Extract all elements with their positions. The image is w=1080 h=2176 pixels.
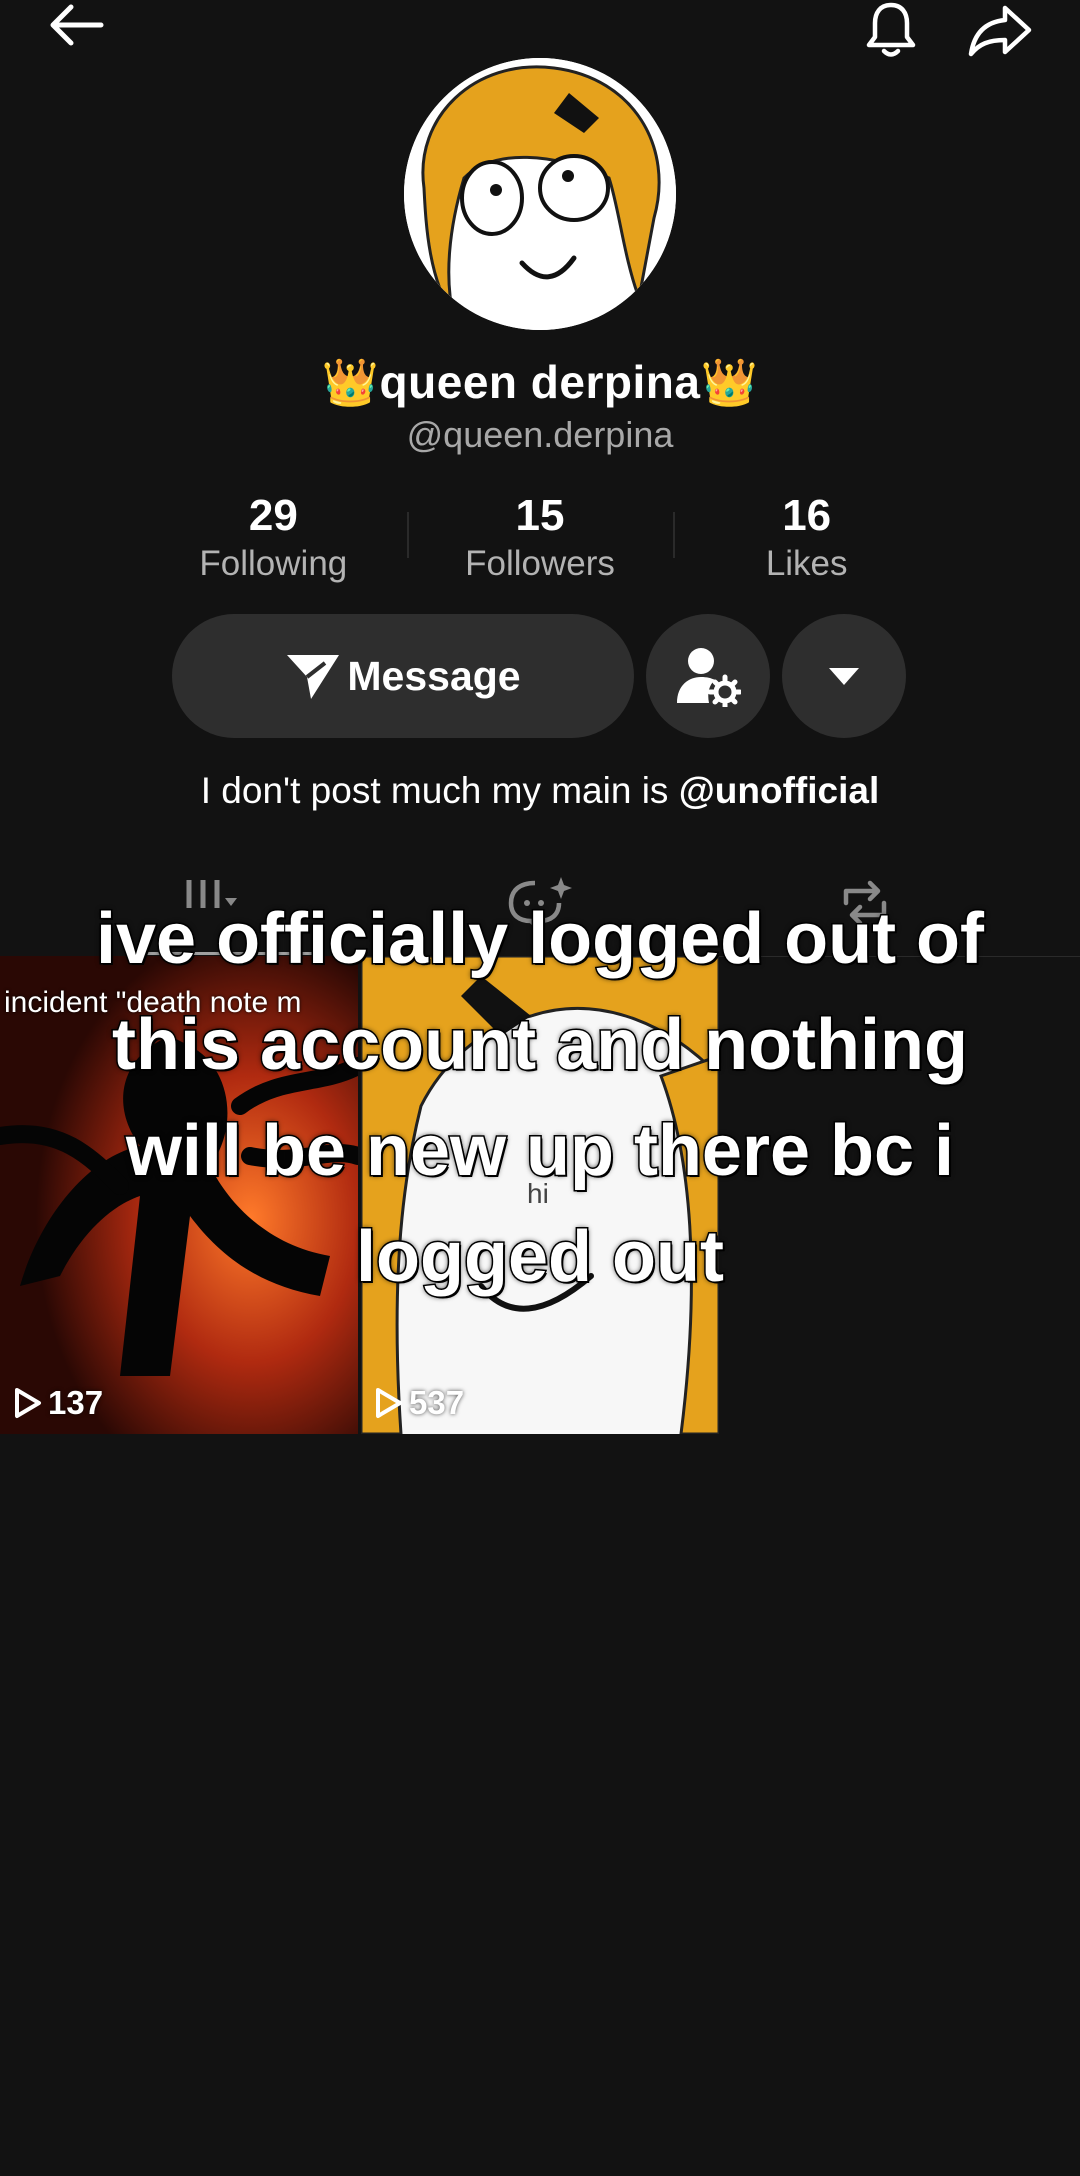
message-button[interactable]: Message <box>172 614 634 738</box>
person-gear-icon <box>677 648 741 707</box>
followers-count: 15 <box>515 491 565 540</box>
message-label: Message <box>347 652 521 699</box>
share-button[interactable] <box>955 0 1045 60</box>
likes-label: Likes <box>765 544 848 583</box>
more-options-button[interactable] <box>782 614 906 738</box>
view-count: 537 <box>375 1384 464 1422</box>
send-icon <box>287 655 340 699</box>
caret-down-icon <box>829 668 859 685</box>
back-button[interactable] <box>30 0 120 50</box>
friend-settings-button[interactable] <box>646 614 770 738</box>
stat-divider <box>673 512 676 558</box>
following-count: 29 <box>248 491 298 540</box>
view-count-value: 537 <box>409 1384 465 1421</box>
view-count: 137 <box>14 1384 103 1422</box>
notification-button[interactable] <box>846 0 936 60</box>
following-label: Following <box>199 544 348 583</box>
stats-row: 29 Following 15 Followers 16 Likes <box>140 490 940 590</box>
bio-mention-link[interactable]: @unofficial <box>679 770 880 811</box>
view-count-value: 137 <box>48 1384 104 1421</box>
arrow-left-icon <box>50 4 104 46</box>
bio-text: I don't post much my main is <box>200 770 679 811</box>
bell-icon <box>866 2 916 57</box>
stat-likes[interactable]: 16 Likes <box>673 490 940 590</box>
derpina-face-image <box>404 58 676 330</box>
username: @queen.derpina <box>406 414 674 455</box>
bio: I don't post much my main is @unofficial <box>0 770 1080 812</box>
share-arrow-icon <box>968 5 1032 57</box>
avatar[interactable] <box>404 58 676 330</box>
play-outline-icon <box>15 1388 41 1418</box>
likes-count: 16 <box>782 491 832 540</box>
stat-followers[interactable]: 15 Followers <box>406 490 674 590</box>
followers-label: Followers <box>465 544 615 583</box>
stat-divider <box>406 512 409 558</box>
display-name: 👑queen derpina👑 <box>321 356 759 408</box>
overlay-caption: ive officially logged out of this accoun… <box>94 898 985 1299</box>
play-outline-icon <box>376 1388 402 1418</box>
stat-following[interactable]: 29 Following <box>140 490 407 590</box>
